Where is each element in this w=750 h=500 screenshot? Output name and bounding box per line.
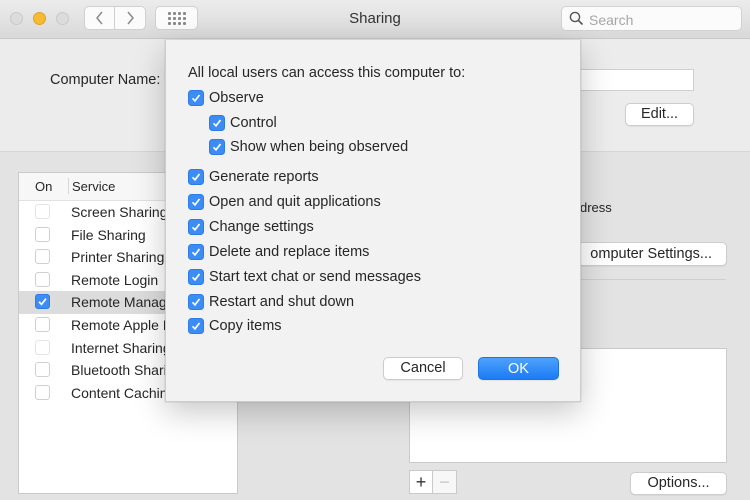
option-checkbox[interactable] xyxy=(188,269,204,285)
access-option[interactable]: Observe xyxy=(188,90,264,106)
column-header-service[interactable]: Service xyxy=(72,179,115,194)
sheet-heading: All local users can access this computer… xyxy=(188,65,466,81)
cancel-button[interactable]: Cancel xyxy=(383,357,463,380)
option-checkbox[interactable] xyxy=(188,318,204,334)
option-checkbox[interactable] xyxy=(188,219,204,235)
access-option[interactable]: Start text chat or send messages xyxy=(188,269,421,285)
checkmark-icon xyxy=(38,298,47,306)
service-checkbox[interactable] xyxy=(35,339,50,355)
address-text: dress xyxy=(580,200,612,215)
add-user-button[interactable]: + xyxy=(409,470,433,494)
option-checkbox[interactable] xyxy=(188,90,204,106)
checkmark-icon xyxy=(191,248,201,257)
service-label: Screen Sharing xyxy=(71,204,168,220)
option-label: Restart and shut down xyxy=(209,294,355,310)
option-label: Observe xyxy=(209,90,264,106)
checkmark-icon xyxy=(191,273,201,282)
access-option[interactable]: Delete and replace items xyxy=(188,244,369,260)
service-checkbox[interactable] xyxy=(35,362,50,378)
option-label: Change settings xyxy=(209,219,314,235)
access-option[interactable]: Show when being observed xyxy=(209,139,408,155)
service-checkbox[interactable] xyxy=(35,316,50,332)
service-label: Content Caching xyxy=(71,384,176,401)
option-checkbox[interactable] xyxy=(188,169,204,185)
service-label: Internet Sharing xyxy=(71,339,171,356)
checkmark-icon xyxy=(212,119,222,128)
service-label: Printer Sharing xyxy=(71,249,165,266)
checkmark-icon xyxy=(191,322,201,331)
option-checkbox[interactable] xyxy=(188,294,204,310)
checkmark-icon xyxy=(191,198,201,207)
option-checkbox[interactable] xyxy=(188,244,204,260)
access-option[interactable]: Generate reports xyxy=(188,169,319,185)
checkmark-icon xyxy=(212,143,222,152)
option-checkbox[interactable] xyxy=(188,194,204,210)
access-option[interactable]: Control xyxy=(209,115,277,131)
search-icon xyxy=(569,11,584,26)
edit-button[interactable]: Edit... xyxy=(625,103,694,126)
options-button[interactable]: Options... xyxy=(630,472,727,495)
service-checkbox[interactable] xyxy=(35,384,50,400)
service-checkbox[interactable] xyxy=(35,249,50,265)
option-label: Start text chat or send messages xyxy=(209,269,421,285)
add-remove-controls: + − xyxy=(409,470,457,494)
option-label: Open and quit applications xyxy=(209,194,381,210)
option-checkbox[interactable] xyxy=(209,139,225,155)
option-checkbox[interactable] xyxy=(209,115,225,131)
service-label: File Sharing xyxy=(71,226,146,243)
remove-user-button[interactable]: − xyxy=(433,470,457,494)
checkmark-icon xyxy=(191,94,201,103)
option-label: Show when being observed xyxy=(230,139,409,155)
ok-button[interactable]: OK xyxy=(478,357,559,380)
column-header-on[interactable]: On xyxy=(35,179,52,194)
service-label: Remote Login xyxy=(71,271,159,288)
option-label: Generate reports xyxy=(209,169,319,185)
access-option[interactable]: Open and quit applications xyxy=(188,194,381,210)
service-checkbox[interactable] xyxy=(35,226,50,242)
service-checkbox[interactable] xyxy=(35,271,50,287)
title-bar: Sharing xyxy=(0,0,750,39)
computer-name-label: Computer Name: xyxy=(50,72,161,88)
search-input[interactable] xyxy=(587,9,741,30)
access-options-sheet: All local users can access this computer… xyxy=(165,40,581,402)
access-option[interactable]: Change settings xyxy=(188,219,314,235)
service-checkbox[interactable] xyxy=(35,294,50,310)
column-separator xyxy=(68,178,69,194)
service-checkbox[interactable] xyxy=(35,204,50,219)
access-option[interactable]: Copy items xyxy=(188,318,282,334)
option-label: Delete and replace items xyxy=(209,244,370,260)
checkmark-icon xyxy=(191,173,201,182)
option-label: Copy items xyxy=(209,318,282,334)
checkmark-icon xyxy=(191,223,201,232)
search-field[interactable] xyxy=(561,6,742,31)
option-label: Control xyxy=(230,115,277,131)
access-option[interactable]: Restart and shut down xyxy=(188,294,354,310)
checkmark-icon xyxy=(191,298,201,307)
